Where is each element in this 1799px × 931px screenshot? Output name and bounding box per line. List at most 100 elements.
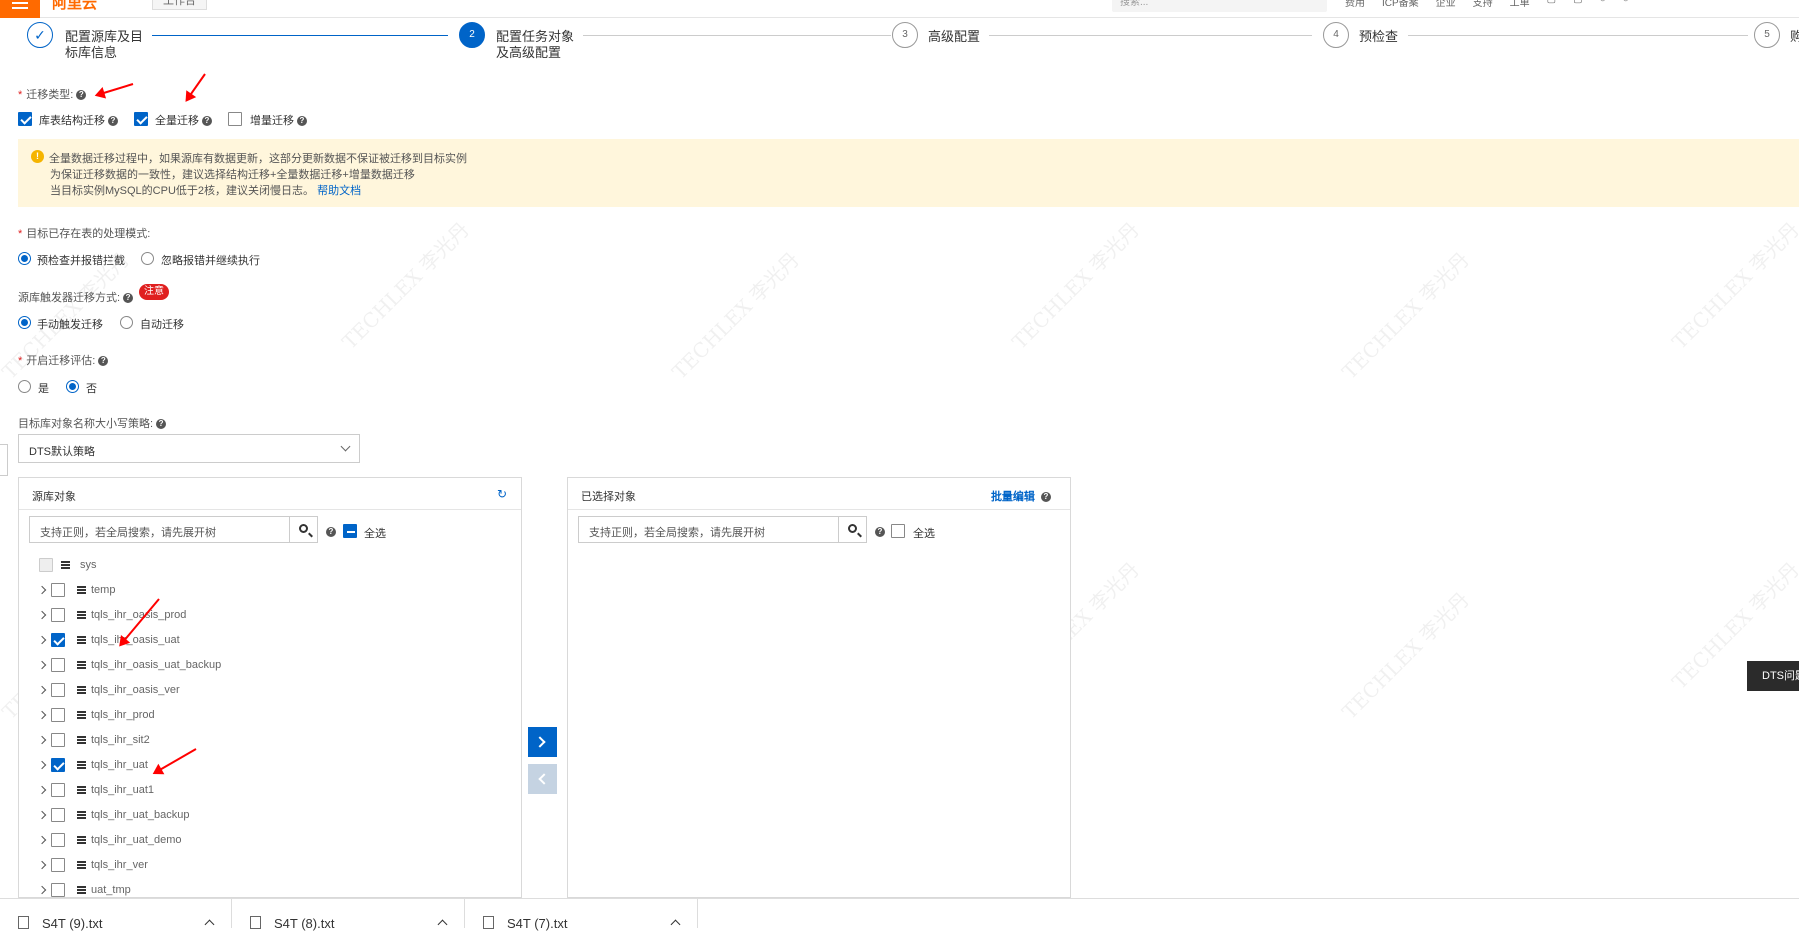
tree-checkbox[interactable] [51, 758, 65, 772]
assessment-yes-label: 是 [38, 383, 49, 395]
ignore-error-radio[interactable] [141, 252, 154, 265]
cart-icon[interactable]: ▢ [1573, 0, 1582, 9]
source-search-input[interactable]: 支持正则，若全局搜索，请先展开树 [29, 516, 290, 543]
tree-checkbox[interactable] [51, 583, 65, 597]
case-policy-label: 目标库对象名称大小写策略:? [18, 415, 167, 431]
tree-row[interactable]: tqls_ihr_oasis_prod [19, 603, 519, 628]
chevron-right-icon[interactable] [37, 685, 47, 695]
case-policy-select[interactable]: DTS默认策略 [18, 434, 360, 463]
tree-row[interactable]: tqls_ihr_uat_backup [19, 803, 519, 828]
schema-migration-checkbox[interactable] [18, 112, 32, 126]
tree-row-sys: sys [19, 553, 519, 578]
selected-search-input[interactable]: 支持正则，若全局搜索，请先展开树 [578, 516, 839, 543]
tree-row[interactable]: tqls_ihr_oasis_ver [19, 678, 519, 703]
chevron-right-icon[interactable] [37, 585, 47, 595]
move-right-button[interactable] [528, 727, 557, 757]
chevron-right-icon[interactable] [37, 785, 47, 795]
menu-icon[interactable] [0, 0, 40, 18]
tree-label: uat_tmp [91, 884, 131, 896]
source-select-all-checkbox[interactable] [343, 524, 357, 538]
full-migration-checkbox[interactable] [134, 112, 148, 126]
help-icon[interactable]: ? [76, 90, 87, 101]
tree-checkbox[interactable] [51, 883, 65, 897]
tree-row[interactable]: temp [19, 578, 519, 603]
tree-row[interactable]: tqls_ihr_uat [19, 753, 519, 778]
help-icon[interactable]: ? [875, 527, 885, 537]
help-icon[interactable]: ? [156, 419, 167, 430]
tree-row[interactable]: tqls_ihr_ver [19, 853, 519, 878]
tree-row[interactable]: tqls_ihr_prod [19, 703, 519, 728]
top-link-ticket[interactable]: 工单 [1510, 0, 1530, 9]
help-icon[interactable]: ? [326, 527, 336, 537]
top-nav-bar: 阿里云 工作台 搜索... 费用 ICP备案 企业 支持 工单 ▢ ▢ ○ ○ [0, 0, 1799, 18]
help-icon[interactable]: ○ [1600, 0, 1606, 9]
assessment-yes-radio[interactable] [18, 380, 31, 393]
chevron-right-icon[interactable] [37, 835, 47, 845]
notice-badge[interactable]: 注意 [139, 284, 169, 300]
dts-help-tooltip[interactable]: DTS问题 [1747, 661, 1799, 691]
top-link-support[interactable]: 支持 [1473, 0, 1493, 9]
tree-checkbox[interactable] [51, 633, 65, 647]
move-left-button[interactable] [528, 764, 557, 794]
message-icon[interactable]: ▢ [1547, 0, 1556, 9]
auto-trigger-radio[interactable] [120, 316, 133, 329]
global-search-input[interactable]: 搜索... [1112, 0, 1327, 12]
help-icon[interactable]: ? [98, 356, 109, 367]
sidebar-collapse-handle[interactable] [0, 444, 8, 476]
selected-search-button[interactable] [838, 516, 867, 543]
help-doc-link[interactable]: 帮助文档 [317, 185, 361, 197]
tree-checkbox[interactable] [51, 733, 65, 747]
chevron-up-icon[interactable] [670, 919, 681, 930]
source-search-button[interactable] [289, 516, 318, 543]
help-icon[interactable]: ? [108, 116, 118, 127]
chevron-right-icon[interactable] [37, 610, 47, 620]
chevron-right-icon[interactable] [37, 710, 47, 720]
chevron-right-icon[interactable] [37, 810, 47, 820]
chevron-up-icon[interactable] [437, 919, 448, 930]
chevron-right-icon[interactable] [37, 635, 47, 645]
download-item[interactable]: S4T (9).txt [0, 899, 232, 931]
tree-checkbox[interactable] [51, 808, 65, 822]
tree-label: tqls_ihr_prod [91, 709, 155, 721]
incremental-migration-checkbox[interactable] [228, 112, 242, 126]
tree-row[interactable]: tqls_ihr_uat_demo [19, 828, 519, 853]
chevron-right-icon[interactable] [37, 735, 47, 745]
tree-checkbox[interactable] [51, 833, 65, 847]
chevron-up-icon[interactable] [204, 919, 215, 930]
tree-checkbox[interactable] [51, 608, 65, 622]
user-icon[interactable]: ○ [1623, 0, 1629, 9]
tree-checkbox[interactable] [51, 708, 65, 722]
selected-select-all-checkbox[interactable] [891, 524, 905, 538]
precheck-error-radio[interactable] [18, 252, 31, 265]
alert-line-1: 全量数据迁移过程中，如果源库有数据更新，这部分更新数据不保证被迁移到目标实例 [49, 153, 467, 165]
tree-checkbox[interactable] [51, 658, 65, 672]
help-icon[interactable]: ? [1041, 492, 1051, 503]
tree-checkbox[interactable] [51, 858, 65, 872]
top-link-enterprise[interactable]: 企业 [1436, 0, 1456, 9]
manual-trigger-radio[interactable] [18, 316, 31, 329]
batch-edit-link[interactable]: 批量编辑 ? [991, 488, 1051, 504]
help-icon[interactable]: ? [123, 293, 134, 304]
chevron-right-icon[interactable] [37, 860, 47, 870]
brand-logo[interactable]: 阿里云 [52, 0, 97, 13]
chevron-right-icon[interactable] [37, 660, 47, 670]
chevron-right-icon[interactable] [37, 885, 47, 895]
top-link-icp[interactable]: ICP备案 [1382, 0, 1419, 9]
top-link-billing[interactable]: 费用 [1345, 0, 1365, 9]
help-icon[interactable]: ? [297, 116, 307, 127]
help-icon[interactable]: ? [202, 116, 212, 127]
download-item[interactable]: S4T (7).txt [465, 899, 698, 931]
download-item[interactable]: S4T (8).txt [232, 899, 465, 931]
tree-row[interactable]: tqls_ihr_uat1 [19, 778, 519, 803]
assessment-label-text: 开启迁移评估: [26, 355, 96, 367]
tree-row[interactable]: tqls_ihr_sit2 [19, 728, 519, 753]
chevron-right-icon[interactable] [37, 760, 47, 770]
assessment-no-radio[interactable] [66, 380, 79, 393]
refresh-icon[interactable]: ↻ [497, 487, 507, 501]
workspace-button[interactable]: 工作台 [152, 0, 207, 10]
tree-checkbox[interactable] [51, 783, 65, 797]
tree-row[interactable]: tqls_ihr_oasis_uat_backup [19, 653, 519, 678]
tree-row[interactable]: tqls_ihr_oasis_uat [19, 628, 519, 653]
tree-checkbox[interactable] [51, 683, 65, 697]
source-panel-title: 源库对象 [32, 491, 76, 503]
